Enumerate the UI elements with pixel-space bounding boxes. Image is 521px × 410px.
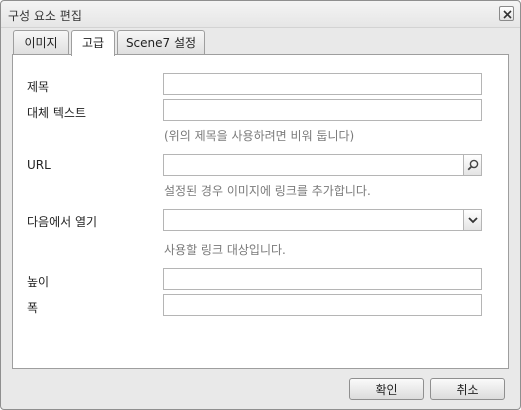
alt-text-hint: (위의 제목을 사용하려면 비워 둡니다) — [164, 129, 355, 143]
open-in-label: 다음에서 열기 — [27, 215, 98, 229]
open-in-dropdown-button[interactable] — [463, 210, 481, 230]
close-icon — [503, 10, 512, 19]
tab-image-label: 이미지 — [24, 36, 58, 50]
title-label: 제목 — [27, 80, 50, 94]
height-field[interactable] — [163, 268, 482, 290]
tab-image[interactable]: 이미지 — [13, 30, 69, 55]
height-label: 높이 — [27, 275, 50, 289]
tab-scene7-settings[interactable]: Scene7 설정 — [117, 30, 205, 55]
dialog-title: 구성 요소 편집 — [8, 9, 82, 23]
title-field[interactable] — [163, 73, 482, 95]
close-button[interactable] — [499, 6, 514, 21]
url-field[interactable] — [163, 154, 482, 176]
dialog-titlebar[interactable]: 구성 요소 편집 — [1, 1, 520, 28]
tab-scene7-settings-label: Scene7 설정 — [125, 36, 197, 50]
open-in-hint: 사용할 링크 대상입니다. — [164, 243, 286, 257]
width-label: 폭 — [27, 301, 39, 315]
tab-advanced[interactable]: 고급 — [71, 30, 115, 56]
url-label: URL — [27, 158, 51, 172]
advanced-tab-panel: 제목 대체 텍스트 (위의 제목을 사용하려면 비워 둡니다) URL 설정된 … — [12, 54, 509, 369]
url-search-button[interactable] — [463, 155, 481, 175]
chevron-down-icon — [468, 217, 478, 224]
open-in-select[interactable] — [163, 209, 482, 231]
search-icon — [467, 159, 479, 171]
url-hint: 설정된 경우 이미지에 링크를 추가합니다. — [164, 184, 371, 198]
alt-text-field[interactable] — [163, 99, 482, 121]
alt-text-label: 대체 텍스트 — [27, 106, 87, 120]
width-field[interactable] — [163, 294, 482, 316]
cancel-button[interactable]: 취소 — [430, 378, 505, 400]
edit-component-dialog: 구성 요소 편집 이미지 고급 Scene7 설정 제목 대체 텍스트 (위의 … — [0, 0, 521, 410]
ok-button[interactable]: 확인 — [349, 378, 424, 400]
tab-advanced-label: 고급 — [81, 36, 105, 50]
